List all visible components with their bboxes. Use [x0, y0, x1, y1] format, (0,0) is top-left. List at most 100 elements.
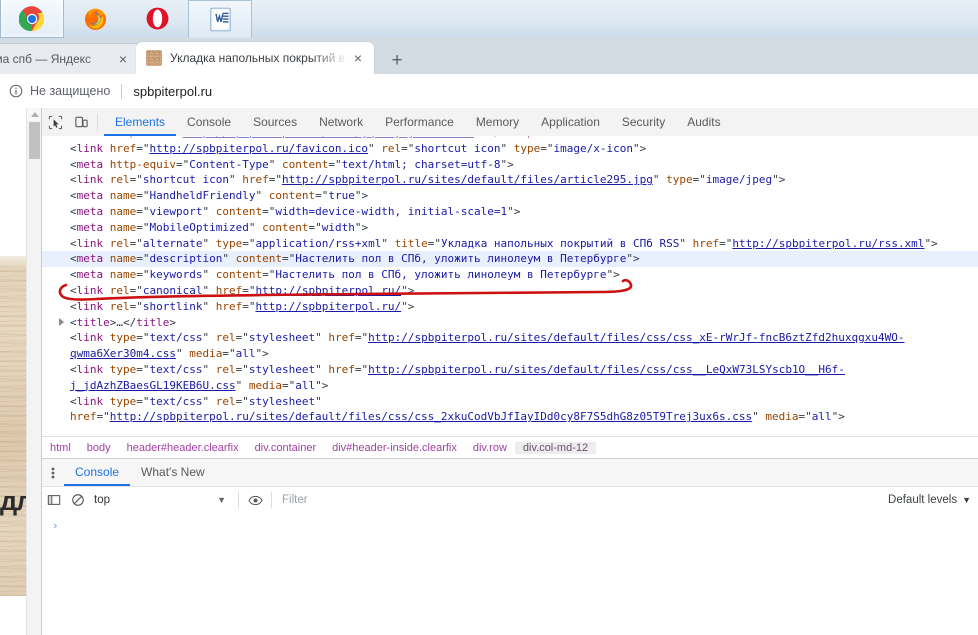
code-token: src — [143, 136, 169, 139]
code-line[interactable]: <link rel="shortcut icon" href="http://s… — [42, 172, 978, 188]
devtools-panel: Elements Console Sources Network Performance… — [41, 108, 978, 635]
breadcrumb-item[interactable]: div.container — [247, 442, 325, 454]
tab-elements[interactable]: Elements — [104, 108, 176, 136]
code-token: meta — [76, 220, 104, 234]
execution-context-label: top — [94, 494, 110, 506]
code-token: content — [209, 204, 263, 218]
code-line[interactable]: <meta http-equiv="Content-Type" content=… — [42, 157, 978, 173]
code-line[interactable]: <meta name="description" content="Настел… — [42, 251, 978, 268]
security-indicator[interactable]: Не защищено — [9, 84, 110, 98]
code-token: … — [116, 315, 123, 329]
tab-network[interactable]: Network — [308, 108, 374, 136]
code-token: text/css — [149, 362, 203, 376]
code-token: title — [76, 315, 110, 329]
console-filter-input[interactable]: Filter — [282, 494, 522, 506]
code-token: http-equiv — [103, 157, 176, 171]
code-token: =" — [315, 189, 329, 203]
execution-context-select[interactable]: top ▼ — [94, 494, 234, 506]
close-icon[interactable]: × — [113, 49, 133, 69]
code-token: =" — [235, 362, 249, 376]
code-line[interactable]: <link rel="alternate" type="application/… — [42, 236, 978, 252]
code-token: shortlink — [142, 299, 203, 313]
code-line[interactable]: <meta name="keywords" content="Настелить… — [42, 267, 978, 283]
console-prompt[interactable]: › — [42, 513, 978, 532]
device-toggle-icon[interactable] — [68, 109, 94, 135]
opera-taskbar-icon[interactable] — [126, 0, 188, 37]
breadcrumb-item[interactable]: header#header.clearfix — [119, 442, 247, 454]
live-expression-eye-icon[interactable] — [243, 488, 267, 512]
breadcrumb-item[interactable]: html — [42, 442, 79, 454]
firefox-taskbar-icon[interactable] — [64, 0, 126, 37]
tab-memory[interactable]: Memory — [465, 108, 530, 136]
code-token: =" — [136, 362, 150, 376]
code-token: "> — [626, 252, 640, 266]
code-line[interactable]: <link href="http://spbpiterpol.ru/favico… — [42, 141, 978, 157]
code-token: link — [76, 394, 104, 408]
console-output[interactable]: › — [42, 513, 978, 635]
code-token: text/css — [149, 331, 203, 345]
code-token: meta — [76, 189, 104, 203]
elements-source-pane[interactable]: <script src="http://spbpiterpol.ru/misc/… — [42, 136, 978, 436]
code-line[interactable]: <meta name="HandheldFriendly" content="t… — [42, 188, 978, 204]
browser-tab-inactive[interactable]: леума спб — Яндекс × — [0, 43, 140, 74]
tab-security[interactable]: Security — [611, 108, 676, 136]
address-bar: Не защищено spbpiterpol.ru — [0, 74, 978, 109]
drawer-tab-console[interactable]: Console — [64, 459, 130, 486]
scroll-up-arrow-icon[interactable] — [27, 108, 42, 121]
tab-sources[interactable]: Sources — [242, 108, 308, 136]
code-token: link — [76, 141, 104, 155]
code-line[interactable]: <link rel="shortlink" href="http://spbpi… — [42, 299, 978, 315]
code-link[interactable]: http://spbpiterpol.ru/sites/default/file… — [282, 173, 653, 186]
tab-performance[interactable]: Performance — [374, 108, 465, 136]
page-scrollbar[interactable] — [26, 108, 42, 635]
log-levels-label: Default levels — [888, 494, 958, 506]
code-link[interactable]: http://spbpiterpol.ru/sites/default/file… — [110, 410, 752, 423]
clear-console-icon[interactable] — [66, 488, 90, 512]
code-token: =" — [401, 141, 415, 155]
new-tab-button[interactable]: + — [384, 50, 410, 72]
code-link[interactable]: http://spbpiterpol.ru/misc/jquery.js?v=1… — [183, 136, 474, 139]
breadcrumb-item[interactable]: body — [79, 442, 119, 454]
browser-tab-active[interactable]: Укладка напольных покрытий в × — [136, 42, 374, 74]
tab-application[interactable]: Application — [530, 108, 611, 136]
code-line[interactable]: <title>…</title> — [42, 315, 978, 331]
close-icon[interactable]: × — [348, 48, 368, 68]
code-line[interactable]: <link type="text/css" rel="stylesheet" h… — [42, 394, 978, 426]
code-link[interactable]: http://spbpiterpol.ru/ — [255, 284, 401, 297]
url-text[interactable]: spbpiterpol.ru — [133, 84, 212, 99]
console-sidebar-icon[interactable] — [42, 488, 66, 512]
drawer-tab-what-s-new[interactable]: What's New — [130, 459, 216, 486]
code-token: =" — [235, 331, 249, 345]
tab-audits[interactable]: Audits — [676, 108, 731, 136]
log-levels-select[interactable]: Default levels ▼ — [888, 494, 971, 506]
code-link[interactable]: http://spbpiterpol.ru/ — [255, 300, 401, 313]
code-token: "> — [354, 189, 369, 203]
breadcrumb-item[interactable]: div#header-inside.clearfix — [324, 442, 465, 454]
code-line[interactable]: <meta name="MobileOptimized" content="wi… — [42, 220, 978, 236]
code-line[interactable]: <link type="text/css" rel="stylesheet" h… — [42, 362, 978, 394]
code-line[interactable]: <meta name="viewport" content="width=dev… — [42, 204, 978, 220]
code-token: name — [103, 268, 137, 282]
code-link[interactable]: http://spbpiterpol.ru/rss.xml — [732, 237, 924, 250]
expand-arrow-icon[interactable] — [59, 317, 64, 326]
code-token: Настелить пол в СПб, уложить линолеум в … — [295, 252, 627, 266]
tab-console[interactable]: Console — [176, 108, 242, 136]
kebab-menu-icon[interactable] — [42, 466, 64, 480]
breadcrumb-item[interactable]: div.row — [465, 442, 515, 454]
chrome-taskbar-icon[interactable] — [0, 0, 64, 38]
code-token: rel — [209, 362, 236, 376]
cursor-inspect-icon[interactable] — [42, 109, 68, 135]
code-token: =" — [136, 268, 150, 282]
word-taskbar-icon[interactable] — [188, 0, 252, 39]
code-line[interactable]: <link type="text/css" rel="stylesheet" h… — [42, 330, 978, 362]
code-token: link — [76, 173, 104, 187]
code-token: "> — [633, 141, 647, 155]
code-token: application/rss+xml — [255, 236, 382, 250]
code-link[interactable]: http://spbpiterpol.ru/favicon.ico — [150, 142, 369, 155]
code-token: " — [315, 394, 322, 408]
code-line[interactable]: <link rel="canonical" href="http://spbpi… — [42, 283, 978, 299]
breadcrumb-item[interactable]: div.col-md-12 — [514, 442, 597, 454]
html-source-code: <script src="http://spbpiterpol.ru/misc/… — [42, 136, 978, 425]
code-token: name — [103, 204, 137, 218]
scrollbar-thumb[interactable] — [29, 122, 40, 159]
